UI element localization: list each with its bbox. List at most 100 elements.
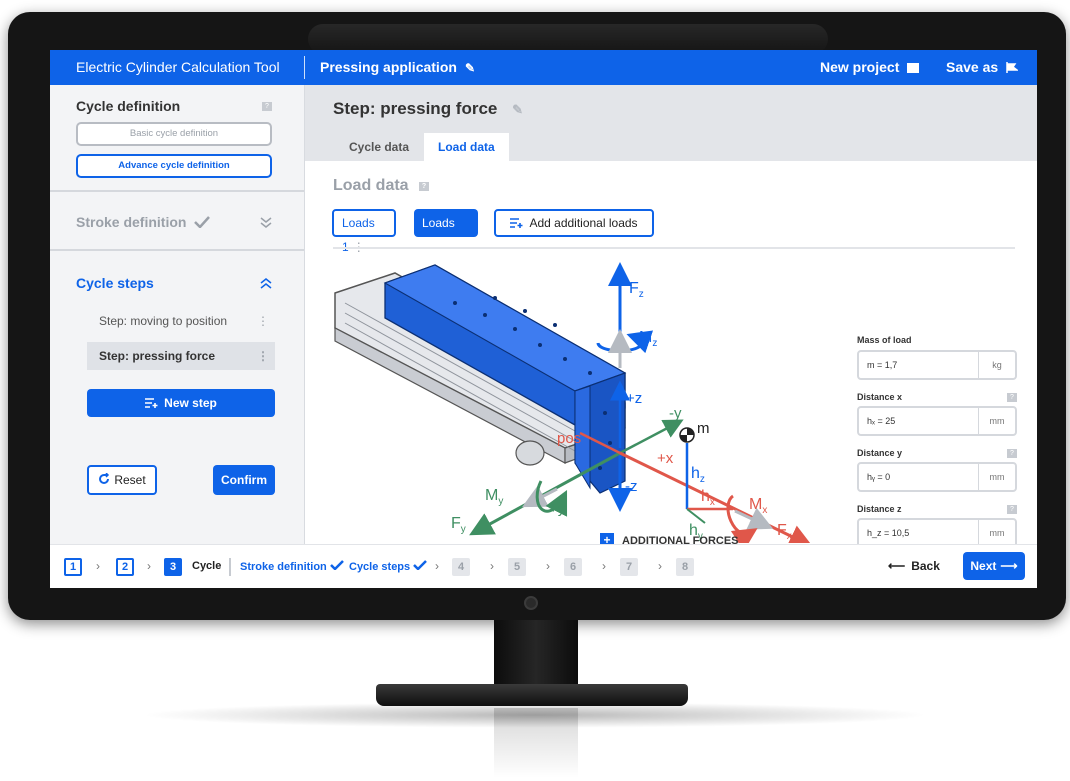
plus-y-label: +y bbox=[549, 500, 566, 517]
reset-label: Reset bbox=[114, 473, 146, 487]
distance-x-label: Distance x bbox=[857, 392, 903, 402]
step-item[interactable]: Step: pressing force ⋮ bbox=[87, 342, 275, 370]
stroke-definition-section[interactable]: Stroke definition bbox=[76, 214, 211, 230]
crumb-cycle-steps[interactable]: Cycle steps bbox=[349, 560, 428, 573]
distance-z-unit: mm bbox=[978, 520, 1015, 546]
fz-label: Fz bbox=[629, 280, 644, 300]
stroke-definition-label: Stroke definition bbox=[76, 214, 187, 230]
topbar-separator bbox=[304, 56, 305, 79]
hx-label: hx bbox=[701, 488, 715, 508]
step-title: Step: pressing force ✎ bbox=[333, 99, 523, 119]
pencil-icon[interactable]: ✎ bbox=[465, 51, 475, 86]
mx-label: Mx bbox=[749, 496, 767, 516]
step-title-label: Step: pressing force bbox=[333, 99, 498, 118]
flag-icon bbox=[1006, 62, 1020, 73]
reset-button[interactable]: Reset bbox=[87, 465, 157, 495]
next-button[interactable]: Next ⟶ bbox=[963, 552, 1025, 580]
fy-label: Fy bbox=[451, 515, 466, 535]
distance-z-value: h_z = 10,5 bbox=[867, 528, 910, 538]
chevron-double-up-icon[interactable] bbox=[260, 277, 272, 289]
webcam bbox=[524, 596, 538, 610]
cylinder-body bbox=[334, 264, 627, 494]
advance-cycle-button[interactable]: Advance cycle definition bbox=[76, 154, 272, 178]
basic-cycle-button[interactable]: Basic cycle definition bbox=[76, 122, 272, 146]
mass-unit: kg bbox=[978, 352, 1015, 378]
sidebar: Cycle definition ? Basic cycle definitio… bbox=[50, 85, 305, 544]
mass-field[interactable]: m = 1,7 kg bbox=[857, 350, 1017, 380]
loads-1-button[interactable]: Loads 1⋮ bbox=[332, 209, 396, 254]
check-icon bbox=[194, 216, 211, 229]
back-label: Back bbox=[911, 559, 940, 573]
mass-point bbox=[679, 427, 733, 524]
crumb-step-3[interactable]: 3 bbox=[164, 558, 182, 576]
step-item-label: Step: moving to position bbox=[99, 314, 228, 328]
tab-load-data[interactable]: Load data bbox=[424, 133, 509, 161]
new-project-button[interactable]: New project bbox=[820, 50, 920, 85]
arrow-left-icon: ⟵ bbox=[888, 559, 906, 573]
crumb-stroke-definition[interactable]: Stroke definition bbox=[240, 560, 344, 573]
project-name-label: Pressing application bbox=[320, 59, 457, 75]
crumb-stroke-definition-label: Stroke definition bbox=[240, 561, 327, 573]
help-icon[interactable]: ? bbox=[1007, 505, 1017, 514]
section-divider bbox=[333, 247, 1015, 249]
crumb-step-2[interactable]: 2 bbox=[116, 558, 134, 576]
pencil-icon[interactable]: ✎ bbox=[512, 102, 523, 117]
loads-2-button[interactable]: Loads 2 ⋮ bbox=[414, 209, 478, 258]
step-item-label: Step: pressing force bbox=[99, 349, 216, 363]
help-icon[interactable]: ? bbox=[1007, 449, 1017, 458]
check-icon bbox=[413, 560, 428, 571]
cycle-definition-title: Cycle definition bbox=[76, 98, 181, 114]
distance-x-field[interactable]: hₓ = 25 mm bbox=[857, 406, 1017, 436]
help-icon[interactable]: ? bbox=[262, 102, 272, 111]
top-bar: Electric Cylinder Calculation Tool Press… bbox=[50, 50, 1037, 85]
chevron-right-icon: › bbox=[147, 559, 151, 573]
distance-y-unit: mm bbox=[978, 464, 1015, 490]
app-screen: Electric Cylinder Calculation Tool Press… bbox=[50, 50, 1037, 588]
distance-z-label: Distance z bbox=[857, 504, 902, 514]
confirm-button[interactable]: Confirm bbox=[213, 465, 275, 495]
distance-x-value: hₓ = 25 bbox=[867, 416, 896, 426]
fx-label: Fx bbox=[777, 522, 792, 542]
arrow-right-icon: ⟶ bbox=[1000, 559, 1018, 573]
tab-cycle-data[interactable]: Cycle data bbox=[335, 133, 423, 161]
step-item[interactable]: Step: moving to position ⋮ bbox=[87, 307, 275, 335]
crumb-cycle: Cycle bbox=[192, 560, 222, 572]
crumb-step-7: 7 bbox=[620, 558, 638, 576]
new-step-button[interactable]: New step bbox=[87, 389, 275, 417]
add-list-icon bbox=[510, 218, 523, 228]
save-as-label: Save as bbox=[946, 59, 999, 75]
chevron-double-down-icon[interactable] bbox=[260, 217, 272, 229]
plus-z-label: +z bbox=[626, 390, 642, 407]
main-panel: Step: pressing force ✎ Cycle data Load d… bbox=[305, 85, 1037, 548]
mass-value: m = 1,7 bbox=[867, 360, 898, 370]
distance-y-field[interactable]: hᵧ = 0 mm bbox=[857, 462, 1017, 492]
section-title: Load data ? bbox=[333, 177, 430, 195]
crumb-step-8: 8 bbox=[676, 558, 694, 576]
sidebar-divider bbox=[50, 249, 304, 251]
crumb-step-1[interactable]: 1 bbox=[64, 558, 82, 576]
kebab-icon[interactable]: ⋮ bbox=[257, 307, 269, 335]
pos-label: pos bbox=[557, 430, 581, 447]
app-title: Electric Cylinder Calculation Tool bbox=[76, 59, 280, 75]
project-name[interactable]: Pressing application ✎ bbox=[320, 50, 475, 86]
stand-reflection bbox=[494, 708, 578, 778]
add-loads-button[interactable]: Add additional loads bbox=[494, 209, 654, 237]
new-project-label: New project bbox=[820, 59, 900, 75]
back-button[interactable]: ⟵ Back bbox=[888, 559, 940, 573]
help-icon[interactable]: ? bbox=[1007, 393, 1017, 402]
kebab-icon[interactable]: ⋮ bbox=[257, 342, 269, 370]
help-icon[interactable]: ? bbox=[419, 182, 430, 191]
chevron-right-icon: › bbox=[96, 559, 100, 573]
mass-label: Mass of load bbox=[857, 335, 912, 345]
save-as-button[interactable]: Save as bbox=[946, 50, 1020, 85]
sidebar-divider bbox=[50, 190, 304, 192]
load-diagram: Fz Mz +z -z -y +y My Fy pos +x Mx Fx m h… bbox=[334, 262, 814, 543]
cycle-steps-title[interactable]: Cycle steps bbox=[76, 275, 154, 291]
section-title-label: Load data bbox=[333, 177, 409, 194]
my-label: My bbox=[485, 487, 503, 507]
minus-z-label: -z bbox=[625, 478, 638, 495]
crumb-step-6: 6 bbox=[564, 558, 582, 576]
distance-y-label: Distance y bbox=[857, 448, 903, 458]
crumb-divider bbox=[229, 558, 231, 576]
monitor-stand-base bbox=[376, 684, 688, 706]
